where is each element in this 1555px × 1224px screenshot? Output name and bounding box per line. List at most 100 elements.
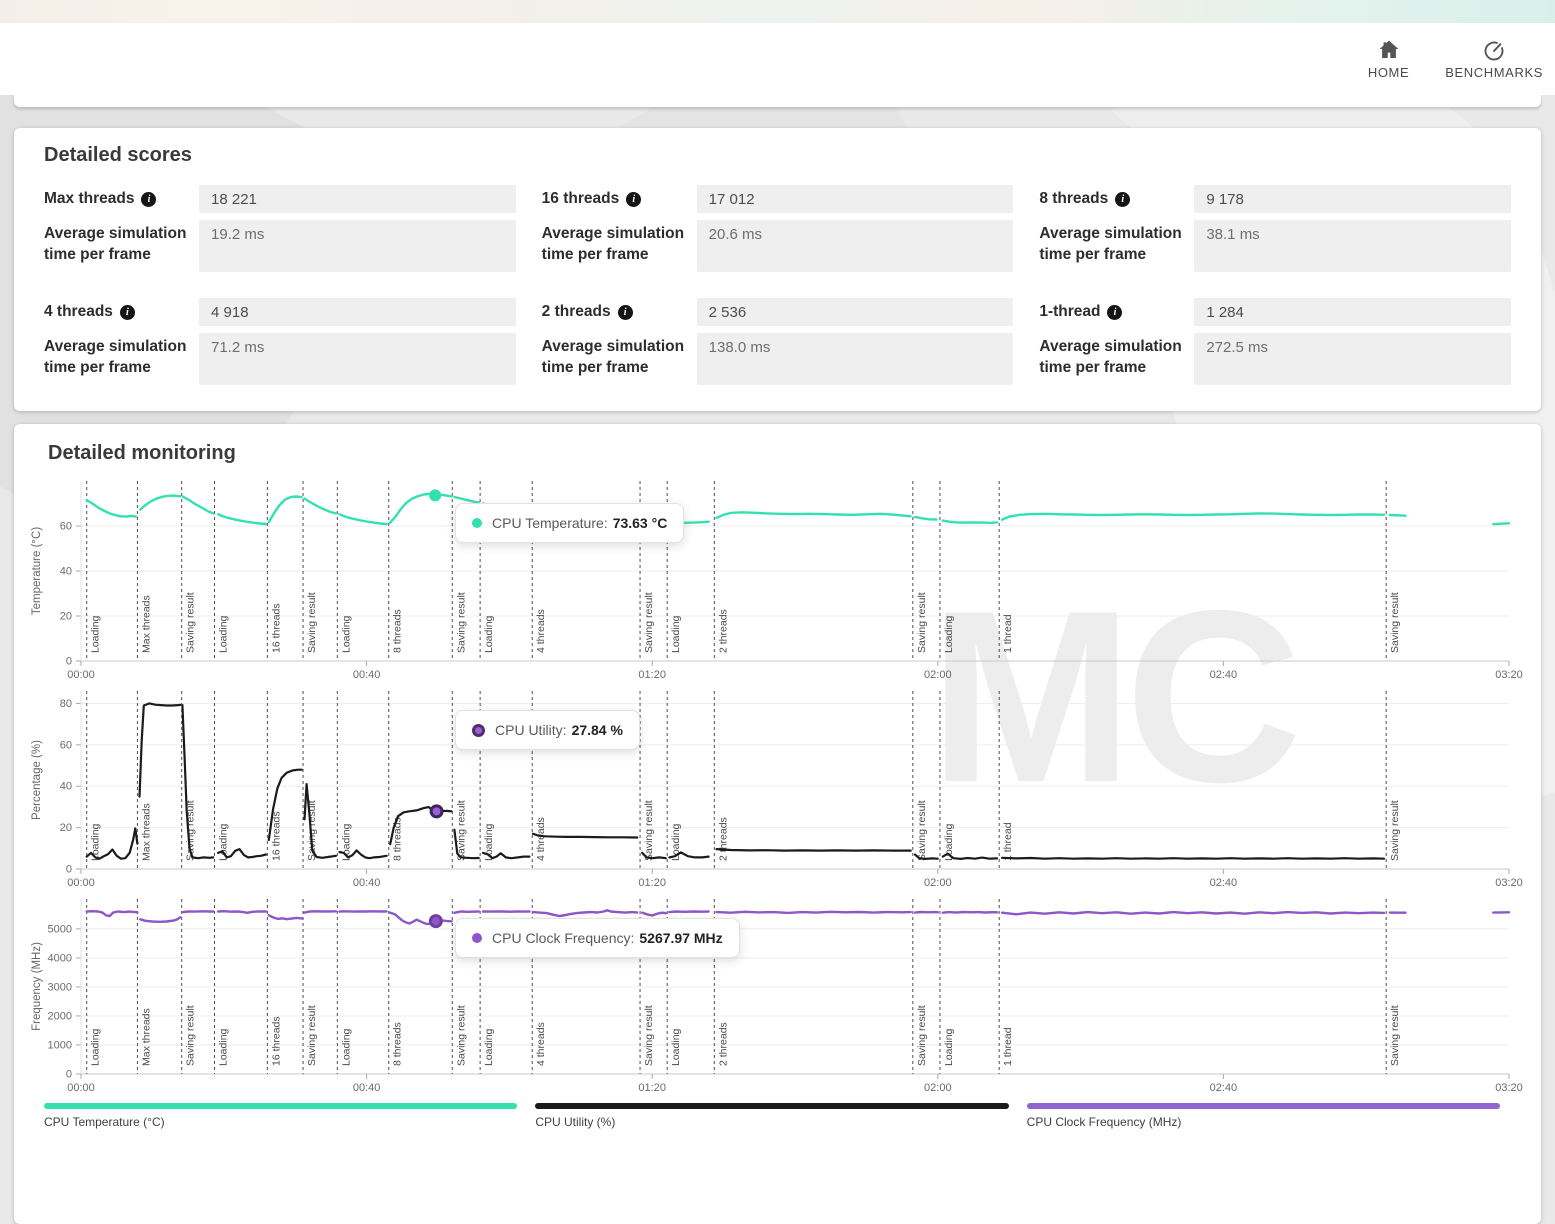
chart-marker-dot — [429, 489, 441, 501]
svg-text:Loading: Loading — [218, 1028, 230, 1066]
score-label: 4 threads i — [44, 298, 199, 326]
svg-text:Loading: Loading — [670, 615, 682, 653]
svg-text:03:20: 03:20 — [1495, 1082, 1523, 1094]
avg-time-label: Average simulation time per frame — [542, 220, 697, 272]
svg-text:Loading: Loading — [670, 1028, 682, 1066]
scores-grid: Max threads i 18 221 Average simulation tim… — [44, 185, 1511, 385]
info-icon[interactable]: i — [618, 305, 633, 320]
avg-time-value-field: 138.0 ms — [697, 333, 1014, 385]
svg-text:03:20: 03:20 — [1495, 877, 1523, 889]
chart-marker-dot — [430, 916, 441, 927]
svg-text:Saving result: Saving result — [643, 592, 655, 653]
svg-text:02:40: 02:40 — [1210, 669, 1238, 681]
legend-color-bar — [44, 1103, 517, 1109]
score-label: 16 threads i — [542, 185, 697, 213]
svg-text:4000: 4000 — [48, 952, 72, 964]
score-label-text: Max threads — [44, 190, 134, 208]
svg-text:Saving result: Saving result — [185, 1005, 197, 1066]
svg-text:16 threads: 16 threads — [270, 1016, 282, 1066]
legend-label: CPU Clock Frequency (MHz) — [1027, 1115, 1500, 1129]
avg-time-value-field: 272.5 ms — [1194, 333, 1511, 385]
score-label-text: 1-thread — [1039, 303, 1100, 321]
score-block-2: 16 threads i 17 012Average simulation time… — [542, 185, 1014, 272]
svg-text:Saving result: Saving result — [916, 1005, 928, 1066]
info-icon[interactable]: i — [141, 192, 156, 207]
tooltip-value: 5267.97 MHz — [639, 930, 722, 946]
svg-text:Saving result: Saving result — [916, 592, 928, 653]
svg-text:00:00: 00:00 — [67, 1082, 95, 1094]
score-row: 2 threadsi2 536 — [542, 298, 1014, 326]
score-value-field: 2 536 — [697, 298, 1014, 326]
svg-text:Saving result: Saving result — [643, 800, 655, 861]
svg-text:00:40: 00:40 — [353, 1082, 381, 1094]
svg-text:Saving result: Saving result — [455, 592, 467, 653]
svg-text:3000: 3000 — [48, 981, 72, 993]
svg-text:Loading: Loading — [90, 823, 102, 861]
nav-home-label: HOME — [1368, 65, 1409, 80]
chart-tooltip-cpu-temperature: CPU Temperature:73.63 °C — [455, 503, 684, 543]
nav-benchmarks[interactable]: BENCHMARKS — [1445, 38, 1543, 80]
info-icon[interactable]: i — [120, 305, 135, 320]
svg-text:Loading: Loading — [90, 1028, 102, 1066]
svg-text:02:40: 02:40 — [1210, 877, 1238, 889]
info-icon[interactable]: i — [1115, 192, 1130, 207]
svg-text:4 threads: 4 threads — [535, 609, 547, 653]
info-icon[interactable]: i — [626, 192, 641, 207]
avg-time-label: Average simulation time per frame — [44, 333, 199, 385]
scores-title: Detailed scores — [44, 144, 1511, 167]
tooltip-label: CPU Utility: — [495, 722, 567, 738]
score-value-field: 18 221 — [199, 185, 516, 213]
svg-text:Saving result: Saving result — [1389, 1005, 1401, 1066]
svg-text:Loading: Loading — [340, 1028, 352, 1066]
chart-cpu-temperature[interactable]: 020406000:0000:4001:2002:0002:4003:20Tem… — [14, 479, 1541, 685]
score-label: 8 threadsi — [1039, 185, 1194, 213]
svg-text:1 thread: 1 thread — [1002, 614, 1014, 653]
svg-text:03:20: 03:20 — [1495, 669, 1523, 681]
svg-text:8 threads: 8 threads — [392, 1022, 404, 1066]
score-row: 16 threads i 17 012 — [542, 185, 1014, 213]
info-icon[interactable]: i — [1107, 305, 1122, 320]
svg-text:Loading: Loading — [483, 615, 495, 653]
svg-text:20: 20 — [60, 822, 72, 834]
chart-tooltip-cpu-clock-frequency: CPU Clock Frequency:5267.97 MHz — [455, 918, 740, 958]
monitoring-title: Detailed monitoring — [48, 442, 1541, 465]
benchmarks-gauge-icon — [1482, 38, 1506, 62]
score-row: 1-threadi1 284 — [1039, 298, 1511, 326]
svg-text:80: 80 — [60, 698, 72, 710]
nav-benchmarks-label: BENCHMARKS — [1445, 65, 1543, 80]
charts-legend: CPU Temperature (°C) CPU Utility (%) CPU C… — [44, 1103, 1500, 1129]
legend-label: CPU Temperature (°C) — [44, 1115, 517, 1129]
score-block-5: 2 threadsi2 536Average simulation time p… — [542, 298, 1014, 385]
score-value-field: 17 012 — [697, 185, 1014, 213]
avg-time-label: Average simulation time per frame — [542, 333, 697, 385]
chart-cpu-clock-frequency[interactable]: 01000200030004000500000:0000:4001:2002:0… — [14, 897, 1541, 1098]
legend-item[interactable]: CPU Temperature (°C) — [44, 1103, 517, 1129]
svg-text:1 thread: 1 thread — [1002, 822, 1014, 861]
legend-item[interactable]: CPU Clock Frequency (MHz) — [1027, 1103, 1500, 1129]
svg-text:Saving result: Saving result — [643, 1005, 655, 1066]
score-label-text: 16 threads — [542, 190, 620, 208]
score-label: Max threads i — [44, 185, 199, 213]
chart-cpu-utility[interactable]: 02040608000:0000:4001:2002:0002:4003:20P… — [14, 689, 1541, 893]
svg-text:Max threads: Max threads — [140, 1008, 152, 1066]
svg-text:8 threads: 8 threads — [392, 817, 404, 861]
svg-text:02:00: 02:00 — [924, 1082, 952, 1094]
score-label-text: 4 threads — [44, 303, 113, 321]
score-row: Average simulation time per frame38.1 ms — [1039, 220, 1511, 272]
svg-text:40: 40 — [60, 566, 72, 578]
svg-text:01:20: 01:20 — [638, 1082, 666, 1094]
nav-home[interactable]: HOME — [1368, 38, 1409, 80]
avg-time-label: Average simulation time per frame — [1039, 220, 1194, 272]
svg-text:00:00: 00:00 — [67, 669, 95, 681]
legend-item[interactable]: CPU Utility (%) — [535, 1103, 1008, 1129]
svg-text:Saving result: Saving result — [455, 1005, 467, 1066]
chart-marker-dot — [431, 806, 442, 817]
svg-text:1000: 1000 — [48, 1039, 72, 1051]
legend-label: CPU Utility (%) — [535, 1115, 1008, 1129]
header: HOME BENCHMARKS — [0, 23, 1555, 95]
svg-text:02:00: 02:00 — [924, 877, 952, 889]
svg-text:60: 60 — [60, 739, 72, 751]
svg-text:0: 0 — [66, 656, 72, 668]
svg-text:Saving result: Saving result — [1389, 592, 1401, 653]
score-row: Average simulation time per frame272.5 m… — [1039, 333, 1511, 385]
